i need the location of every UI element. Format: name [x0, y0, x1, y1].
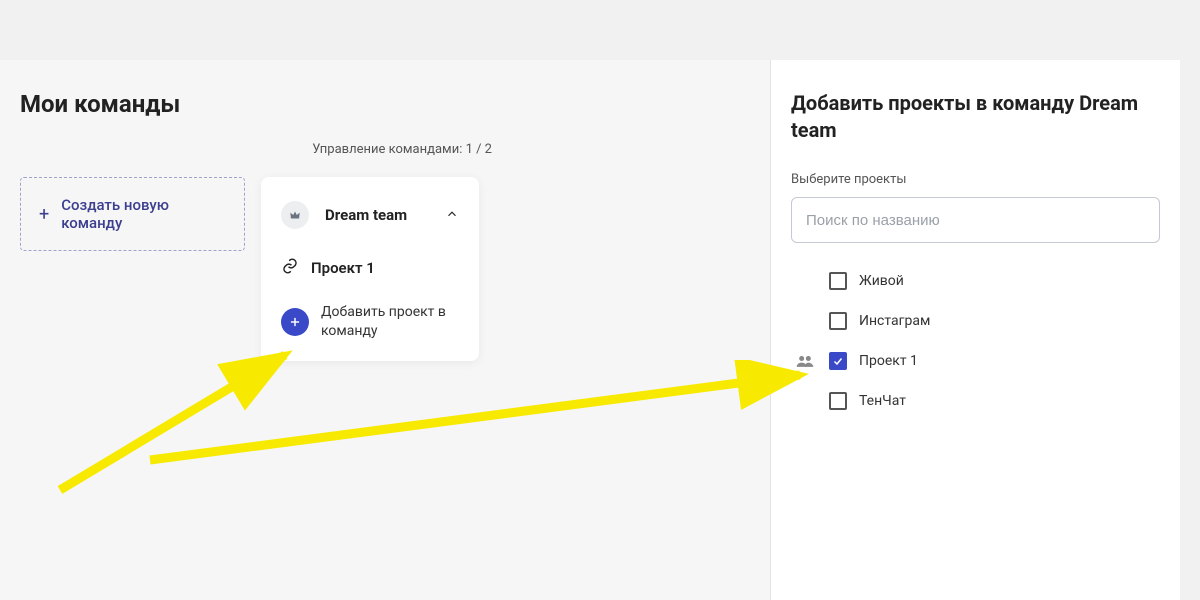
sidebar-title: Добавить проекты в команду Dream team [791, 90, 1160, 144]
project-label: Проект 1 [859, 353, 918, 369]
add-project-button[interactable]: Добавить проект в команду [281, 295, 459, 341]
chevron-up-icon[interactable] [445, 206, 459, 225]
list-item[interactable]: Живой [791, 261, 1160, 301]
team-project-link[interactable]: Проект 1 [281, 249, 459, 295]
list-item[interactable]: Проект 1 [791, 341, 1160, 381]
team-card: Dream team Проект 1 Добавить проект в ко [261, 177, 479, 361]
teams-row: + Создать новую команду Dream team Проек… [20, 177, 750, 361]
list-item[interactable]: Инстаграм [791, 301, 1160, 341]
project-label: Инстаграм [859, 313, 930, 329]
plus-icon: + [39, 204, 49, 225]
sidebar: Добавить проекты в команду Dream team Вы… [770, 60, 1180, 600]
team-name: Dream team [325, 206, 429, 224]
team-project-label: Проект 1 [311, 259, 375, 277]
create-team-label: Создать новую команду [61, 196, 226, 232]
page-title: Мои команды [20, 90, 750, 118]
checkbox[interactable] [829, 392, 847, 410]
sidebar-title-prefix: Добавить проекты в команду [791, 91, 1079, 115]
link-icon [281, 257, 299, 279]
search-input[interactable] [791, 197, 1160, 243]
crown-icon [281, 201, 309, 229]
team-body: Проект 1 Добавить проект в команду [261, 249, 479, 361]
project-label: ТенЧат [859, 393, 906, 409]
list-item[interactable]: ТенЧат [791, 381, 1160, 421]
plus-circle-icon [281, 308, 309, 336]
checkbox[interactable] [829, 312, 847, 330]
checkbox[interactable] [829, 352, 847, 370]
main-area: Мои команды Управление командами: 1 / 2 … [0, 60, 770, 600]
add-project-label: Добавить проект в команду [321, 303, 459, 341]
teams-meta: Управление командами: 1 / 2 [20, 142, 750, 157]
team-icon [791, 354, 819, 368]
checkbox[interactable] [829, 272, 847, 290]
select-projects-label: Выберите проекты [791, 172, 1160, 187]
create-team-button[interactable]: + Создать новую команду [20, 177, 245, 251]
project-label: Живой [859, 273, 904, 289]
team-header[interactable]: Dream team [261, 177, 479, 249]
project-list: Живой Инстаграм Проект 1 ТенЧат [791, 261, 1160, 421]
